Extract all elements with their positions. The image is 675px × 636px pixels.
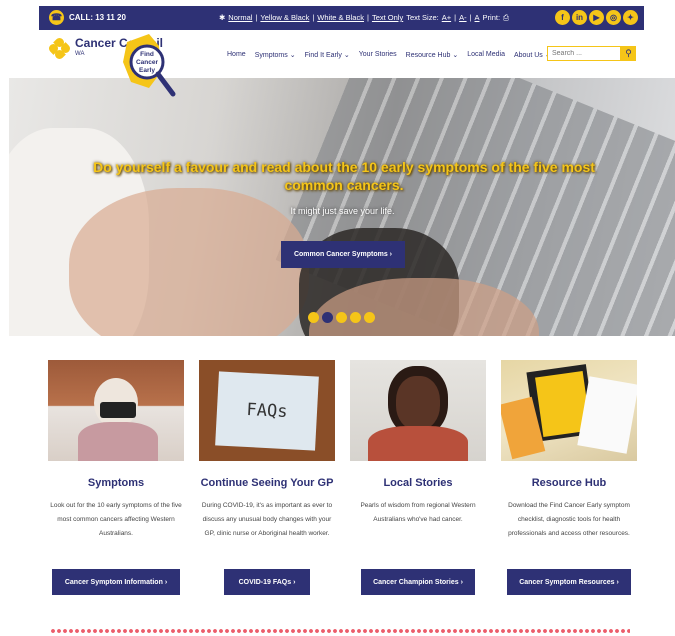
card-image-symptoms <box>48 360 184 461</box>
text-only-link[interactable]: Text Only <box>372 13 403 23</box>
main-nav: Home Symptoms ⌄ Find It Early ⌄ Your Sto… <box>227 51 551 59</box>
card-symptoms: Symptoms Look out for the 10 early sympt… <box>46 360 186 595</box>
nav-symptoms[interactable]: Symptoms ⌄ <box>255 51 296 59</box>
covid-19-faqs-button[interactable]: COVID-19 FAQs › <box>224 569 310 595</box>
daffodil-logo-icon <box>47 36 72 61</box>
slide-dot-active[interactable] <box>322 312 333 323</box>
chevron-right-icon: › <box>389 251 393 258</box>
chevron-right-icon: › <box>164 578 168 586</box>
print-label: Print: <box>482 13 501 22</box>
nav-home[interactable]: Home <box>227 51 246 59</box>
card-image-resource-hub <box>501 360 637 461</box>
style-yellow-black-link[interactable]: Yellow & Black <box>260 13 309 23</box>
chevron-down-icon: ⌄ <box>289 52 296 59</box>
hero-subline: It might just save your life. <box>290 206 395 216</box>
cancer-symptom-resources-button[interactable]: Cancer Symptom Resources › <box>507 569 631 595</box>
contrast-icon: ✱ <box>219 13 226 22</box>
card-text: Download the Find Cancer Early symptom c… <box>508 502 630 537</box>
badge-word-3: Early <box>139 67 155 74</box>
print-icon[interactable]: ⎙ <box>503 13 509 23</box>
card-image-local-stories <box>350 360 486 461</box>
search-icon: ⚲ <box>625 48 632 58</box>
card-title: Continue Seeing Your GP <box>200 477 334 489</box>
card-image-faqs: FAQs <box>199 360 335 461</box>
linkedin-icon[interactable]: in <box>572 10 587 25</box>
nav-resource-hub[interactable]: Resource Hub ⌄ <box>406 51 459 59</box>
call-link[interactable]: ☎ CALL: 13 11 20 <box>49 10 126 25</box>
accessibility-controls: ✱ Normal | Yellow & Black | White & Black |… <box>219 13 510 23</box>
card-title: Local Stories <box>383 477 453 489</box>
hero-cta-button[interactable]: Common Cancer Symptoms › <box>281 241 405 268</box>
search-button[interactable]: ⚲ <box>621 46 636 61</box>
card-continue-seeing-gp: FAQs Continue Seeing Your GP During COVI… <box>197 360 337 595</box>
card-resource-hub: Resource Hub Download the Find Cancer Ea… <box>499 360 639 595</box>
slide-dot[interactable] <box>364 312 375 323</box>
site-header: Cancer Council WA Find Cancer Early Home… <box>39 30 644 97</box>
card-title: Resource Hub <box>531 477 607 489</box>
slide-dot[interactable] <box>336 312 347 323</box>
twitter-icon[interactable]: ✦ <box>623 10 638 25</box>
youtube-icon[interactable]: ▶ <box>589 10 604 25</box>
cancer-symptom-information-button[interactable]: Cancer Symptom Information › <box>52 569 180 595</box>
facebook-icon[interactable]: f <box>555 10 570 25</box>
card-title: Symptoms <box>87 477 145 489</box>
chevron-down-icon: ⌄ <box>343 52 350 59</box>
slider-dots <box>308 312 375 323</box>
call-label: CALL: 13 11 20 <box>69 13 126 22</box>
card-text: During COVID-19, it's as important as ev… <box>201 502 333 537</box>
social-links: f in ▶ ◎ ✦ <box>555 10 638 25</box>
nav-about-us[interactable]: About Us ⌄ <box>514 51 551 59</box>
style-white-black-link[interactable]: White & Black <box>317 13 364 23</box>
hero-banner: Do yourself a favour and read about the … <box>9 78 675 336</box>
search-form: ⚲ <box>547 46 636 61</box>
nav-find-it-early[interactable]: Find It Early ⌄ <box>305 51 350 59</box>
text-size-reset[interactable]: A <box>475 13 480 23</box>
chevron-right-icon: › <box>293 578 296 586</box>
instagram-icon[interactable]: ◎ <box>606 10 621 25</box>
card-text: Look out for the 10 early symptoms of th… <box>50 502 182 537</box>
nav-local-media[interactable]: Local Media <box>467 51 505 59</box>
search-input[interactable] <box>547 46 621 61</box>
hero-headline: Do yourself a favour and read about the … <box>93 159 595 193</box>
slide-dot[interactable] <box>350 312 361 323</box>
text-size-decrease[interactable]: A- <box>459 13 467 23</box>
text-size-label: Text Size: <box>406 13 439 22</box>
style-normal-link[interactable]: Normal <box>228 13 252 23</box>
decorative-dot-divider <box>50 628 630 634</box>
find-cancer-early-badge[interactable]: Find Cancer Early <box>119 32 181 104</box>
phone-icon: ☎ <box>49 10 64 25</box>
text-size-increase[interactable]: A+ <box>442 13 451 23</box>
faqs-note-text: FAQs <box>246 399 288 423</box>
badge-word-2: Cancer <box>136 59 159 66</box>
slide-dot[interactable] <box>308 312 319 323</box>
card-local-stories: Local Stories Pearls of wisdom from regi… <box>348 360 488 595</box>
chevron-right-icon: › <box>460 578 463 586</box>
utility-bar: ☎ CALL: 13 11 20 ✱ Normal | Yellow & Blac… <box>39 6 644 30</box>
chevron-down-icon: ⌄ <box>452 52 459 59</box>
chevron-right-icon: › <box>616 578 619 586</box>
card-text: Pearls of wisdom from regional Western A… <box>360 502 476 523</box>
nav-your-stories[interactable]: Your Stories <box>359 51 397 59</box>
cancer-champion-stories-button[interactable]: Cancer Champion Stories › <box>361 569 475 595</box>
badge-word-1: Find <box>140 51 154 58</box>
